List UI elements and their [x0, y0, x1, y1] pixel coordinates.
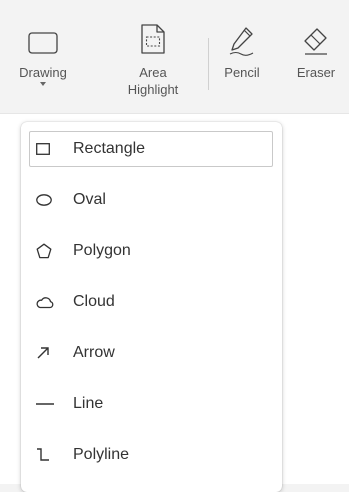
drawing-shapes-dropdown: Rectangle Oval Polygon Cloud Arrow Line …	[21, 122, 282, 492]
menu-item-label: Polygon	[73, 242, 131, 259]
menu-item-rectangle[interactable]: Rectangle	[29, 131, 273, 167]
eraser-tool-button[interactable]: Eraser	[283, 0, 349, 110]
polygon-icon	[30, 241, 68, 261]
pencil-tool-label: Pencil	[224, 65, 260, 80]
area-highlight-tool-label: Area Highlight	[127, 65, 179, 97]
menu-item-oval[interactable]: Oval	[29, 182, 273, 218]
menu-item-polyline[interactable]: Polyline	[29, 437, 273, 473]
menu-item-arrow[interactable]: Arrow	[29, 335, 273, 371]
menu-item-label: Line	[73, 395, 104, 412]
area-highlight-icon	[133, 22, 173, 56]
chevron-down-icon[interactable]	[40, 82, 46, 86]
arrow-icon	[30, 343, 68, 363]
drawing-tool-button[interactable]: Drawing	[12, 0, 74, 110]
menu-item-label: Rectangle	[73, 140, 146, 157]
oval-icon	[30, 190, 68, 210]
polyline-icon	[30, 445, 68, 465]
annotation-toolbar: Drawing Area Highlight Pencil Eraser	[0, 0, 349, 113]
eraser-tool-label: Eraser	[296, 65, 336, 80]
pencil-icon	[222, 22, 262, 56]
cloud-icon	[30, 292, 68, 312]
menu-item-line[interactable]: Line	[29, 386, 273, 422]
menu-item-label: Oval	[73, 191, 106, 208]
menu-item-cloud[interactable]: Cloud	[29, 284, 273, 320]
drawing-tool-label: Drawing	[19, 65, 67, 80]
rectangle-icon	[30, 139, 68, 159]
area-highlight-tool-button[interactable]: Area Highlight	[108, 0, 198, 110]
rectangle-shape-icon	[23, 22, 63, 56]
menu-item-label: Polyline	[73, 446, 130, 463]
menu-item-label: Cloud	[73, 293, 115, 310]
line-icon	[30, 394, 68, 414]
menu-item-polygon[interactable]: Polygon	[29, 233, 273, 269]
toolbar-divider	[208, 38, 209, 90]
pencil-tool-button[interactable]: Pencil	[218, 0, 266, 110]
eraser-icon	[296, 22, 336, 56]
menu-item-label: Arrow	[73, 344, 115, 361]
